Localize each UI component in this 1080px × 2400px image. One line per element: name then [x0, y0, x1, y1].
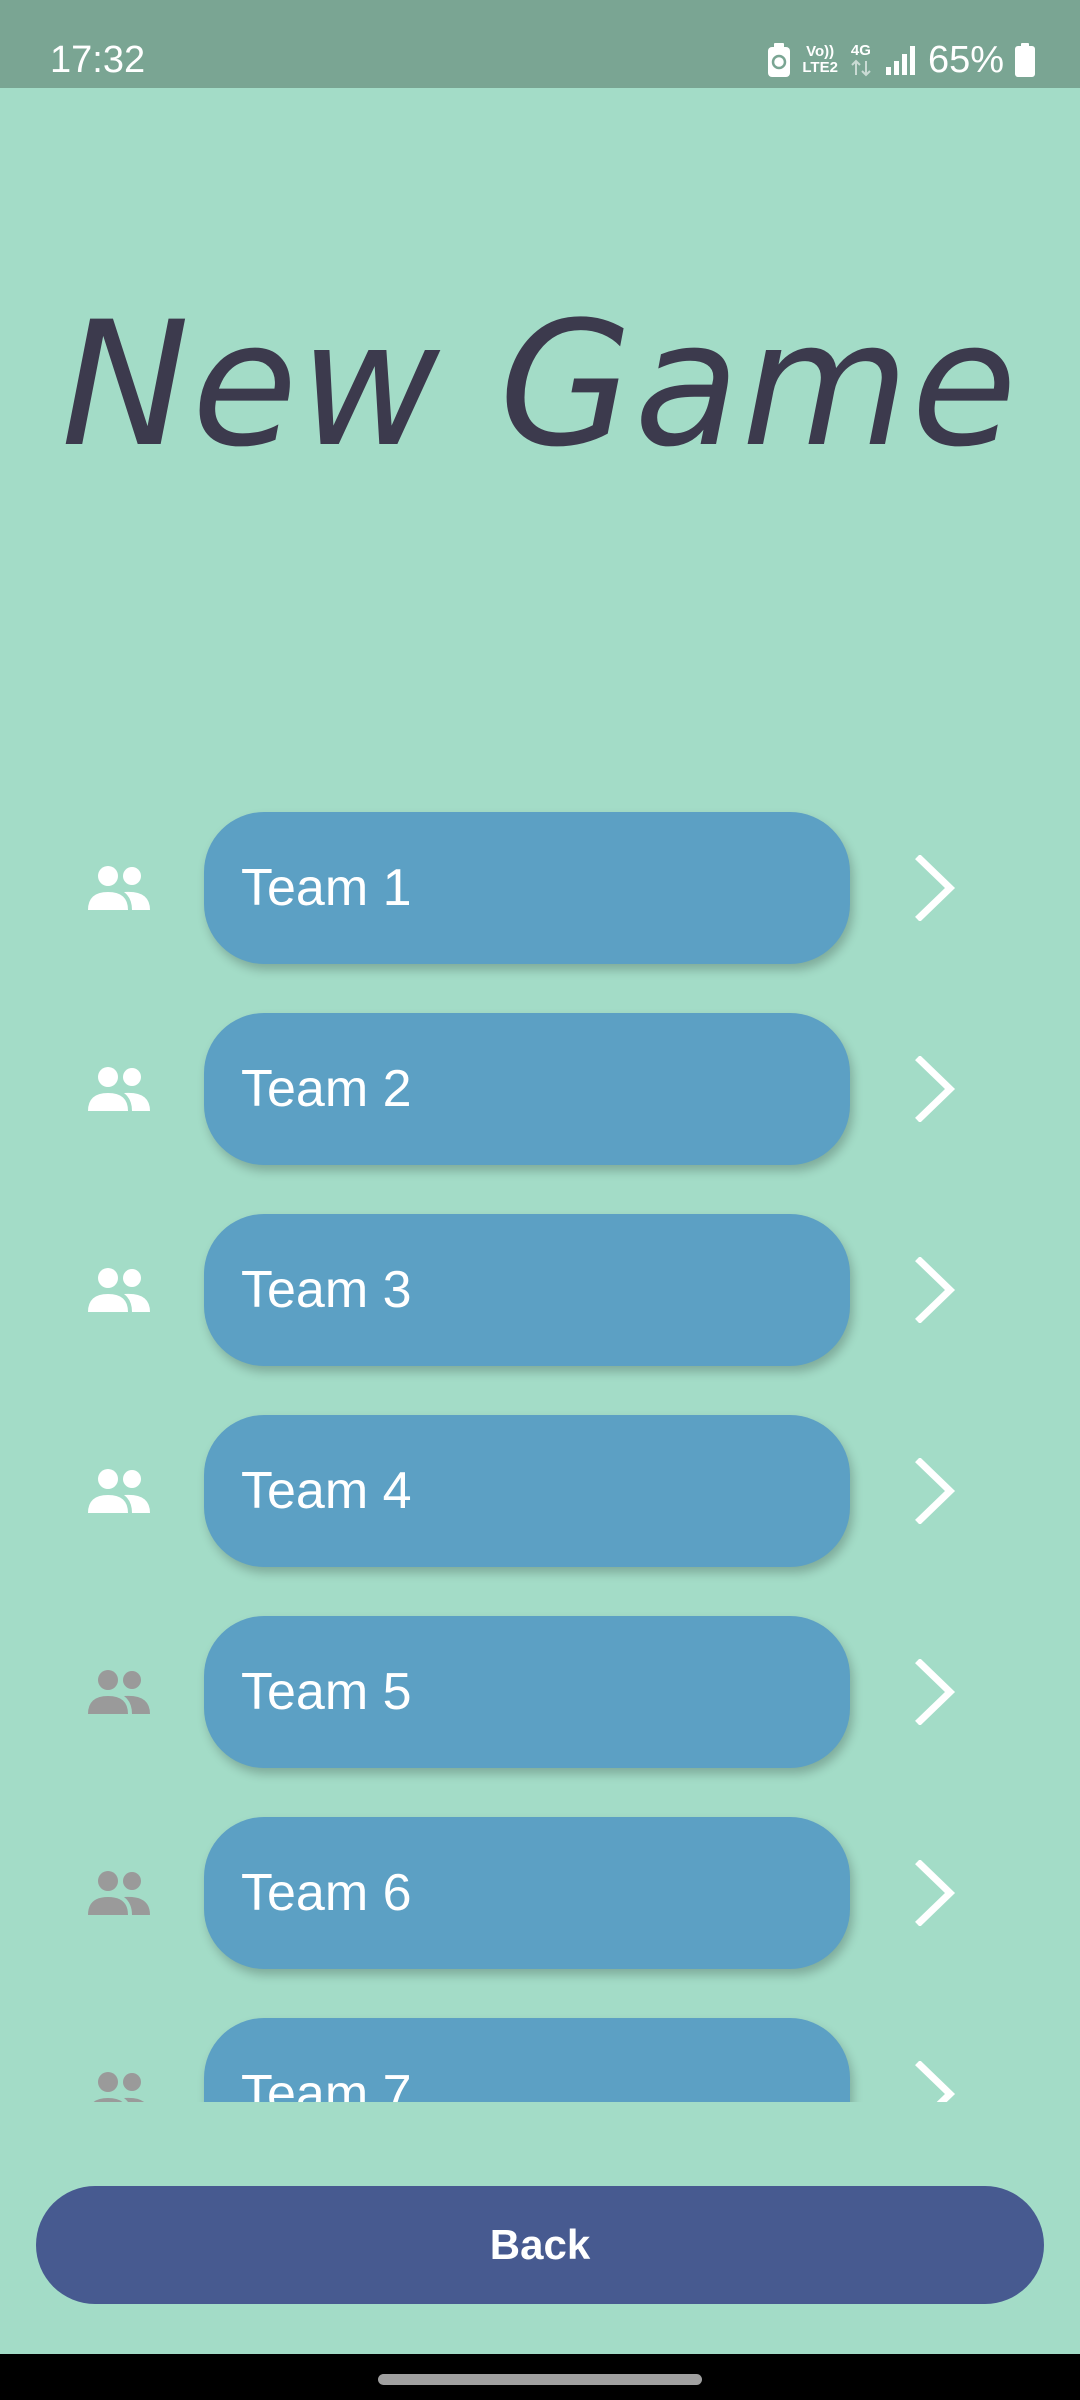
team-row[interactable]: Team 2	[0, 1013, 1080, 1165]
team-button[interactable]: Team 2	[204, 1013, 850, 1165]
team-button[interactable]: Team 3	[204, 1214, 850, 1366]
team-row[interactable]: Team 5	[0, 1616, 1080, 1768]
team-button[interactable]: Team 4	[204, 1415, 850, 1567]
team-row[interactable]: Team 1	[0, 812, 1080, 964]
team-list[interactable]: Team 1 Team 2 Team 3 Team 4 Team 5 Team 6 Team…	[0, 790, 1080, 2102]
back-button[interactable]: Back	[36, 2186, 1044, 2304]
chevron-right-icon[interactable]	[912, 1257, 962, 1323]
team-button[interactable]: Team 7	[204, 2018, 850, 2102]
status-bar: 17:32 Vo)) LTE2 4G 65%	[0, 0, 1080, 88]
team-row[interactable]: Team 4	[0, 1415, 1080, 1567]
team-button[interactable]: Team 6	[204, 1817, 850, 1969]
group-icon	[88, 1268, 150, 1312]
team-row[interactable]: Team 7	[0, 2018, 1080, 2102]
group-icon	[88, 866, 150, 910]
team-button[interactable]: Team 5	[204, 1616, 850, 1768]
signal-icon	[885, 46, 915, 75]
group-icon	[88, 1670, 150, 1714]
battery-icon	[1015, 43, 1035, 77]
team-row[interactable]: Team 3	[0, 1214, 1080, 1366]
volte-icon: Vo)) LTE2	[802, 43, 838, 76]
team-row[interactable]: Team 6	[0, 1817, 1080, 1969]
chevron-right-icon[interactable]	[912, 2061, 962, 2102]
navigation-bar	[0, 2354, 1080, 2400]
group-icon	[88, 1469, 150, 1513]
status-time: 17:32	[50, 39, 146, 81]
chevron-right-icon[interactable]	[912, 1056, 962, 1122]
chevron-right-icon[interactable]	[912, 1860, 962, 1926]
chevron-right-icon[interactable]	[912, 855, 962, 921]
group-icon	[93, 2072, 145, 2102]
status-icons: Vo)) LTE2 4G 65%	[766, 34, 1036, 86]
data-arrows-icon: 4G	[848, 43, 874, 77]
group-icon	[88, 1871, 150, 1915]
network-type: 4G	[850, 42, 871, 59]
group-icon	[88, 1067, 150, 1111]
battery-percent: 65%	[927, 39, 1004, 81]
battery-saver-icon	[768, 43, 791, 77]
page-title: New Game	[61, 284, 1019, 485]
chevron-right-icon[interactable]	[912, 1458, 962, 1524]
chevron-right-icon[interactable]	[912, 1659, 962, 1725]
home-gesture-handle[interactable]	[378, 2374, 702, 2385]
team-button[interactable]: Team 1	[204, 812, 850, 964]
